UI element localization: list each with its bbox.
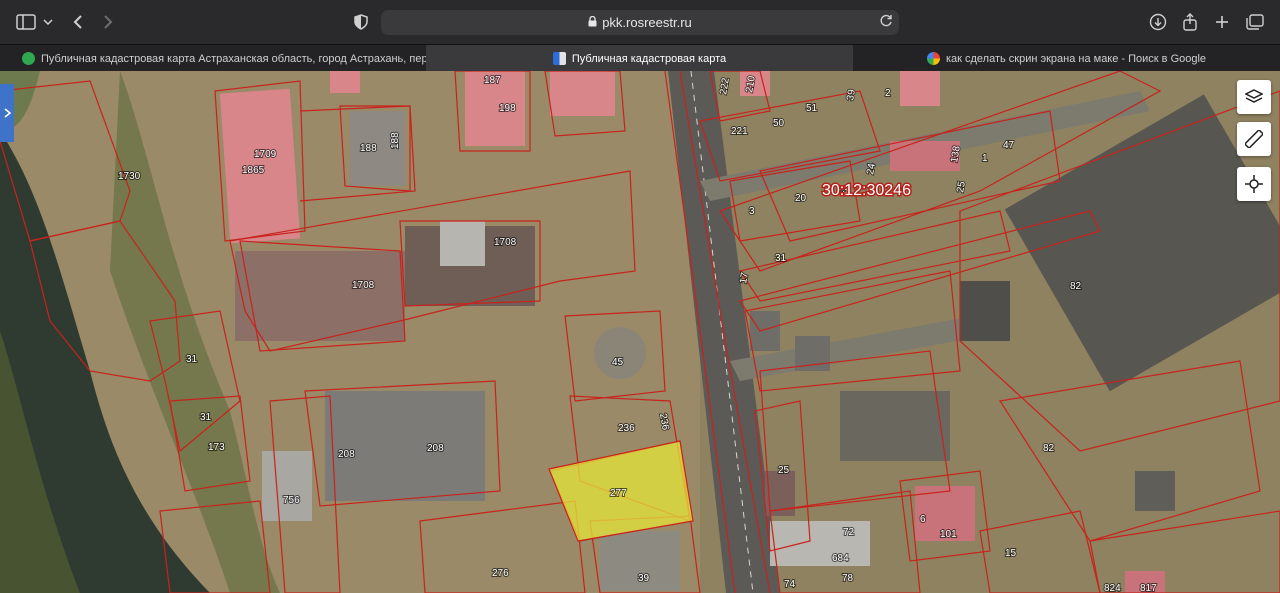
ruler-icon xyxy=(1245,130,1263,148)
tab-bar: Публичная кадастровая карта Астраханская… xyxy=(0,44,1280,72)
parcel-label: 208 xyxy=(338,449,355,460)
lock-icon xyxy=(588,15,597,30)
parcel-label: 74 xyxy=(784,579,796,590)
parcel-label: 187 xyxy=(484,75,501,86)
parcel-label: 6 xyxy=(920,514,926,525)
parcel-label: 817 xyxy=(1140,583,1157,593)
privacy-shield-icon[interactable] xyxy=(349,10,373,34)
parcel-label: 756 xyxy=(283,495,300,506)
parcel-label: 1708 xyxy=(494,237,517,248)
satellite-map-canvas[interactable]: 1730 1709 1865 188 188 187 198 1708 1708… xyxy=(0,71,1280,593)
rosreestr-favicon-icon xyxy=(552,52,566,65)
layers-icon xyxy=(1245,88,1263,106)
parcel-label: 188 xyxy=(390,132,401,149)
tab-cadastral-map[interactable]: Публичная кадастровая карта xyxy=(426,45,853,72)
google-favicon-icon xyxy=(926,52,940,65)
parcel-label: 72 xyxy=(843,527,855,538)
share-icon[interactable] xyxy=(1178,10,1202,34)
tab-label: Публичная кадастровая карта xyxy=(571,52,727,65)
parcel-label: 208 xyxy=(427,443,444,454)
parcel-label: 221 xyxy=(731,126,748,137)
tab-google-search[interactable]: как сделать скрин экрана на маке - Поиск… xyxy=(853,45,1280,72)
cadastral-quarter-label: 30:12:30246 xyxy=(822,182,911,199)
address-text: pkk.rosreestr.ru xyxy=(602,15,692,30)
parcel-label: 50 xyxy=(773,118,785,129)
parcel-label: 25 xyxy=(778,465,790,476)
parcel-label: 20 xyxy=(795,193,807,204)
parcel-label: 1865 xyxy=(242,165,265,176)
layers-button[interactable] xyxy=(1237,80,1271,114)
parcel-label: 78 xyxy=(842,573,854,584)
parcel-label: 1708 xyxy=(352,280,375,291)
cadastral-map[interactable]: 1730 1709 1865 188 188 187 198 1708 1708… xyxy=(0,71,1280,593)
parcel-label: 276 xyxy=(492,568,509,579)
locate-button[interactable] xyxy=(1237,167,1271,201)
ruler-button[interactable] xyxy=(1237,122,1271,156)
parcel-label: 101 xyxy=(940,529,957,540)
parcel-label: 277 xyxy=(610,488,627,499)
parcel-label: 82 xyxy=(1070,281,1082,292)
back-icon[interactable] xyxy=(66,10,90,34)
locate-icon xyxy=(1245,175,1263,193)
parcel-label: 1709 xyxy=(254,149,277,160)
check-favicon-icon xyxy=(22,52,35,65)
parcel-label: 82 xyxy=(1043,443,1055,454)
parcel-label: 198 xyxy=(499,103,516,114)
side-panel-toggle[interactable] xyxy=(0,84,14,142)
browser-toolbar: pkk.rosreestr.ru xyxy=(0,0,1280,44)
sidebar-toggle-icon[interactable] xyxy=(14,10,38,34)
parcel-label: 47 xyxy=(1003,140,1015,151)
parcel-label: 824 xyxy=(1104,583,1121,593)
chevron-down-icon[interactable] xyxy=(40,10,56,34)
parcel-label: 173 xyxy=(208,442,225,453)
tab-label: как сделать скрин экрана на маке - Поиск… xyxy=(945,52,1207,65)
reload-icon[interactable] xyxy=(879,14,893,31)
chevron-right-icon xyxy=(4,108,11,118)
parcel-label: 236 xyxy=(618,423,635,434)
parcel-label: 39 xyxy=(638,573,650,584)
download-icon[interactable] xyxy=(1146,10,1170,34)
parcel-label: 45 xyxy=(612,357,624,368)
parcel-label: 3 xyxy=(749,206,755,217)
parcel-label: 31 xyxy=(186,354,198,365)
parcel-label: 2 xyxy=(885,88,891,99)
parcel-label: 31 xyxy=(775,253,787,264)
forward-icon[interactable] xyxy=(96,10,120,34)
tab-rosreestr-search[interactable]: Публичная кадастровая карта Астраханская… xyxy=(0,45,426,72)
tab-overview-icon[interactable] xyxy=(1243,10,1267,34)
new-tab-icon[interactable] xyxy=(1210,10,1234,34)
tab-label: Публичная кадастровая карта Астраханская… xyxy=(41,52,426,65)
address-bar[interactable]: pkk.rosreestr.ru xyxy=(381,10,899,35)
parcel-label: 1 xyxy=(982,153,988,164)
parcel-label: 188 xyxy=(360,143,377,154)
parcel-label: 15 xyxy=(1005,548,1017,559)
parcel-label: 31 xyxy=(200,412,212,423)
parcel-label: 1730 xyxy=(118,171,141,182)
parcel-label: 51 xyxy=(806,103,818,114)
parcel-label: 684 xyxy=(832,553,849,564)
